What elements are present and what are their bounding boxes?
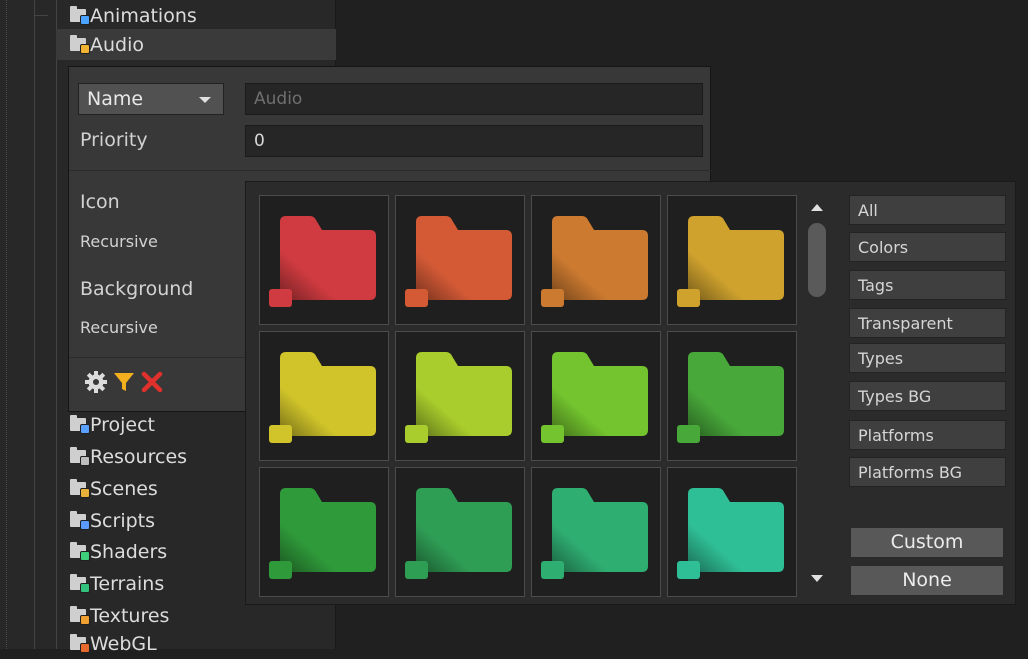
- tree-item-label: Scripts: [90, 509, 156, 532]
- tree-item-label: Audio: [90, 33, 145, 56]
- category-platforms-button[interactable]: Platforms: [849, 420, 1006, 450]
- folder-color-swatch[interactable]: [395, 467, 525, 597]
- close-icon[interactable]: [140, 370, 164, 398]
- none-button[interactable]: None: [850, 565, 1004, 596]
- folder-icon: [70, 6, 90, 25]
- folder-icon: [70, 415, 90, 434]
- folder-icon: [269, 352, 376, 443]
- folder-color-swatch[interactable]: [259, 331, 389, 461]
- terrains-badge-icon: [80, 583, 90, 593]
- scroll-down-icon[interactable]: [811, 575, 823, 582]
- tree-item-label: Shaders: [90, 540, 168, 563]
- folder-color-swatch[interactable]: [395, 331, 525, 461]
- folder-icon: [70, 574, 90, 593]
- scroll-up-icon[interactable]: [811, 204, 823, 211]
- dropdown-value: Name: [87, 88, 144, 110]
- tree-item-audio[interactable]: Audio: [56, 29, 336, 60]
- folder-icon: [70, 542, 90, 561]
- folder-icon: [405, 216, 512, 307]
- gear-icon[interactable]: [84, 370, 108, 398]
- folder-icon: [70, 35, 90, 54]
- folder-icon: [677, 216, 784, 307]
- folder-color-swatch[interactable]: [531, 467, 661, 597]
- tree-item-label: Textures: [90, 604, 170, 627]
- folder-color-swatch[interactable]: [667, 467, 797, 597]
- name-input[interactable]: [245, 83, 703, 115]
- tree-item-webgl[interactable]: WebGL: [56, 628, 336, 659]
- shaders-badge-icon: [80, 551, 90, 561]
- folder-color-swatch[interactable]: [667, 195, 797, 325]
- tree-item-label: Animations: [90, 4, 197, 27]
- divider: [69, 357, 249, 358]
- folder-icon: [269, 216, 376, 307]
- tree-item-label: Scenes: [90, 477, 158, 500]
- folder-icon: [677, 488, 784, 579]
- priority-label: Priority: [80, 129, 148, 151]
- folder-icon: [677, 352, 784, 443]
- textures-badge-icon: [80, 615, 90, 625]
- folder-icon: [70, 634, 90, 653]
- category-all-button[interactable]: All: [849, 195, 1006, 225]
- tree-guide-line: [34, 0, 35, 649]
- scenes-badge-icon: [80, 488, 90, 498]
- category-tags-button[interactable]: Tags: [849, 270, 1006, 300]
- folder-icon: [269, 488, 376, 579]
- tree-item-animations[interactable]: Animations: [34, 0, 336, 31]
- category-transparent-button[interactable]: Transparent: [849, 308, 1006, 338]
- filter-icon[interactable]: [112, 370, 136, 398]
- folder-icon: [70, 479, 90, 498]
- folder-color-swatch[interactable]: [259, 467, 389, 597]
- folder-icon: [405, 352, 512, 443]
- tree-item-label: WebGL: [90, 632, 157, 655]
- folder-icon: [405, 488, 512, 579]
- audio-badge-icon: [80, 44, 90, 54]
- folder-color-swatch[interactable]: [531, 195, 661, 325]
- folder-icon: [70, 447, 90, 466]
- scripts-badge-icon: [80, 520, 90, 530]
- priority-input[interactable]: [245, 125, 703, 157]
- scrollbar-thumb[interactable]: [808, 223, 826, 297]
- folder-icon: [70, 606, 90, 625]
- category-types-button[interactable]: Types: [849, 343, 1006, 373]
- folder-icon: [541, 488, 648, 579]
- name-mode-dropdown[interactable]: Name: [78, 83, 224, 115]
- divider: [69, 170, 712, 171]
- folder-color-swatch[interactable]: [259, 195, 389, 325]
- folder-icon: [70, 511, 90, 530]
- folder-icon-picker: All Colors Tags Transparent Types Types …: [245, 181, 1016, 605]
- background-recursive-toggle[interactable]: Recursive: [80, 318, 158, 337]
- category-types-bg-button[interactable]: Types BG: [849, 381, 1006, 411]
- folder-color-swatch[interactable]: [667, 331, 797, 461]
- webgl-badge-icon: [80, 643, 90, 653]
- folder-color-swatch[interactable]: [531, 331, 661, 461]
- category-platforms-bg-button[interactable]: Platforms BG: [849, 457, 1006, 487]
- tree-item-label: Project: [90, 413, 156, 436]
- folder-icon: [541, 352, 648, 443]
- tree-item-label: Resources: [90, 445, 188, 468]
- chevron-down-icon: [199, 97, 211, 103]
- animation-badge-icon: [80, 15, 90, 25]
- custom-button[interactable]: Custom: [850, 527, 1004, 558]
- tree-item-label: Terrains: [90, 572, 165, 595]
- background-label: Background: [80, 278, 194, 300]
- category-colors-button[interactable]: Colors: [849, 232, 1006, 262]
- folder-icon: [541, 216, 648, 307]
- resources-badge-icon: [80, 456, 90, 466]
- folder-color-swatch[interactable]: [395, 195, 525, 325]
- icon-recursive-toggle[interactable]: Recursive: [80, 232, 158, 251]
- icon-label: Icon: [80, 191, 120, 213]
- project-badge-icon: [80, 424, 90, 434]
